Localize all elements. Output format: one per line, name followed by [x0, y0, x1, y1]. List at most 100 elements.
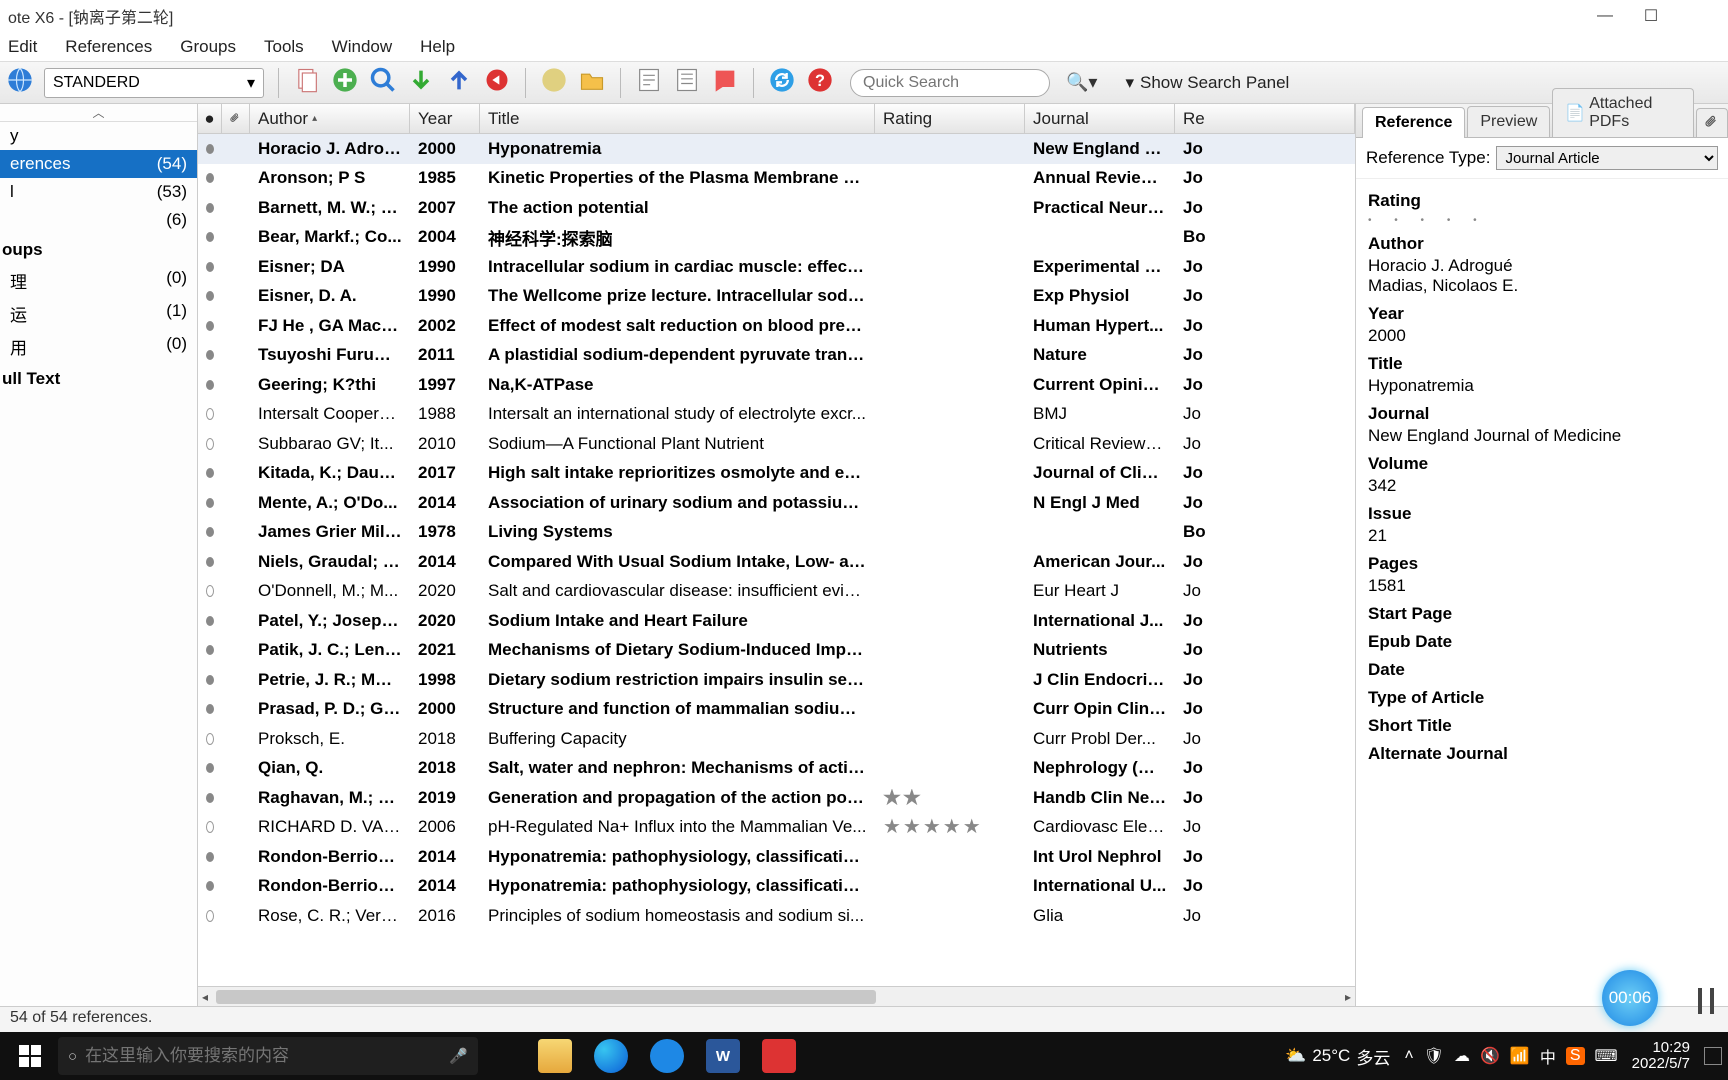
field-value[interactable]: Hyponatremia: [1368, 376, 1716, 396]
column-title[interactable]: Title: [480, 104, 875, 133]
tray-volume-icon[interactable]: 🔇: [1480, 1046, 1500, 1066]
find-fulltext-icon[interactable]: [483, 66, 511, 99]
table-row[interactable]: Rondon-Berrios,...2014Hyponatremia: path…: [198, 872, 1355, 902]
menu-groups[interactable]: Groups: [180, 37, 236, 57]
app-file-explorer[interactable]: [538, 1039, 572, 1073]
field-value[interactable]: Horacio J. Adrogué Madias, Nicolaos E.: [1368, 256, 1716, 296]
menu-edit[interactable]: Edit: [8, 37, 37, 57]
help-icon[interactable]: ?: [806, 66, 834, 99]
column-reftype[interactable]: Re: [1175, 104, 1355, 133]
table-row[interactable]: Bear, Markf.; Co...2004神经科学:探索脑Bo: [198, 223, 1355, 253]
sidebar-all-references[interactable]: erences (54): [0, 150, 197, 178]
horizontal-scrollbar[interactable]: ◂ ▸: [198, 986, 1355, 1006]
table-row[interactable]: Niels, Graudal; J...2014Compared With Us…: [198, 547, 1355, 577]
online-search-icon[interactable]: [369, 66, 397, 99]
reference-type-select[interactable]: Journal Article: [1496, 146, 1718, 170]
sync-icon[interactable]: [768, 66, 796, 99]
tray-ime-icon[interactable]: 中: [1540, 1044, 1556, 1068]
recording-pause-icon[interactable]: [1698, 988, 1714, 1014]
field-value[interactable]: 21: [1368, 526, 1716, 546]
menu-references[interactable]: References: [65, 37, 152, 57]
table-row[interactable]: O'Donnell, M.; M...2020Salt and cardiova…: [198, 577, 1355, 607]
column-year[interactable]: Year: [410, 104, 480, 133]
table-row[interactable]: Geering; K?thi1997Na,K-ATPaseCurrent Opi…: [198, 370, 1355, 400]
open-link-icon[interactable]: [540, 66, 568, 99]
app-endnote[interactable]: [762, 1039, 796, 1073]
tray-wifi-icon[interactable]: 📶: [1510, 1046, 1530, 1066]
tray-keyboard-icon[interactable]: ⌨: [1595, 1046, 1618, 1066]
maximize-button[interactable]: ☐: [1628, 6, 1674, 26]
tab-reference[interactable]: Reference: [1362, 107, 1465, 138]
table-row[interactable]: Patik, J. C.; Lenn...2021Mechanisms of D…: [198, 636, 1355, 666]
field-value[interactable]: 342: [1368, 476, 1716, 496]
copy-icon[interactable]: [293, 66, 321, 99]
field-value[interactable]: 2000: [1368, 326, 1716, 346]
table-row[interactable]: Tsuyoshi Furumo...2011A plastidial sodiu…: [198, 341, 1355, 371]
new-reference-icon[interactable]: [331, 66, 359, 99]
taskbar-search-input[interactable]: [85, 1046, 441, 1066]
format-bibliography-icon[interactable]: [673, 66, 701, 99]
sidebar-item[interactable]: l (53): [0, 178, 197, 206]
taskbar-clock[interactable]: 10:29 2022/5/7: [1632, 1040, 1690, 1073]
sidebar-library-header[interactable]: y: [0, 122, 197, 150]
style-selector[interactable]: STANDERD ▾: [44, 68, 264, 98]
import-icon[interactable]: [407, 66, 435, 99]
show-search-panel[interactable]: ▾ Show Search Panel: [1125, 73, 1289, 93]
table-row[interactable]: James Grier Miller1978Living SystemsBo: [198, 518, 1355, 548]
sidebar-fulltext-header[interactable]: ull Text: [0, 363, 197, 393]
recording-timer[interactable]: 00:06: [1602, 970, 1658, 1026]
taskbar-search[interactable]: ○ 🎤: [58, 1037, 478, 1075]
column-author[interactable]: Author▴: [250, 104, 410, 133]
quick-search-input[interactable]: [863, 74, 1037, 92]
scroll-left-icon[interactable]: ◂: [202, 990, 208, 1004]
table-row[interactable]: Eisner, D. A.1990The Wellcome prize lect…: [198, 282, 1355, 312]
column-journal[interactable]: Journal: [1025, 104, 1175, 133]
table-row[interactable]: Intersalt Coopera...1988Intersalt an int…: [198, 400, 1355, 430]
table-row[interactable]: Qian, Q.2018Salt, water and nephron: Mec…: [198, 754, 1355, 784]
table-row[interactable]: Mente, A.; O'Do...2014Association of uri…: [198, 488, 1355, 518]
table-row[interactable]: Prasad, P. D.; Gan...2000Structure and f…: [198, 695, 1355, 725]
table-row[interactable]: Rose, C. R.; Verkh...2016Principles of s…: [198, 901, 1355, 931]
sidebar-item[interactable]: (6): [0, 206, 197, 234]
tab-attached-pdfs[interactable]: 📄 Attached PDFs: [1552, 88, 1694, 137]
start-button[interactable]: [6, 1032, 54, 1080]
field-value[interactable]: 1581: [1368, 576, 1716, 596]
field-value[interactable]: New England Journal of Medicine: [1368, 426, 1716, 446]
notifications-icon[interactable]: [1704, 1047, 1722, 1065]
scroll-right-icon[interactable]: ▸: [1345, 990, 1351, 1004]
menu-help[interactable]: Help: [420, 37, 455, 57]
tab-attach[interactable]: [1696, 108, 1728, 137]
table-row[interactable]: RICHARD D. VAU...2006pH-Regulated Na+ In…: [198, 813, 1355, 843]
taskbar-weather[interactable]: ⛅ 25°C 多云: [1285, 1044, 1390, 1069]
cwyw-icon[interactable]: [711, 66, 739, 99]
app-edge[interactable]: [594, 1039, 628, 1073]
table-row[interactable]: Proksch, E.2018Buffering CapacityCurr Pr…: [198, 724, 1355, 754]
collapse-handle[interactable]: ︿: [0, 104, 197, 122]
tray-shield-icon[interactable]: 🛡: [1424, 1046, 1444, 1066]
menu-tools[interactable]: Tools: [264, 37, 304, 57]
tab-preview[interactable]: Preview: [1467, 106, 1550, 137]
sidebar-group[interactable]: 运 (1): [0, 297, 197, 330]
export-icon[interactable]: [445, 66, 473, 99]
scrollbar-thumb[interactable]: [216, 990, 876, 1004]
open-file-icon[interactable]: [578, 66, 606, 99]
column-rating[interactable]: Rating: [875, 104, 1025, 133]
column-read-status[interactable]: ●: [198, 104, 222, 133]
table-row[interactable]: Patel, Y.; Joseph, J.2020Sodium Intake a…: [198, 606, 1355, 636]
table-row[interactable]: Barnett, M. W.; L...2007The action poten…: [198, 193, 1355, 223]
table-row[interactable]: Raghavan, M.; Fe...2019Generation and pr…: [198, 783, 1355, 813]
table-row[interactable]: Rondon-Berrios,...2014Hyponatremia: path…: [198, 842, 1355, 872]
table-row[interactable]: Kitada, K.; Daub, ...2017High salt intak…: [198, 459, 1355, 489]
search-dropdown-icon[interactable]: 🔍▾: [1066, 72, 1097, 93]
minimize-button[interactable]: —: [1582, 7, 1628, 25]
insert-citation-icon[interactable]: [635, 66, 663, 99]
table-row[interactable]: Aronson; P S1985Kinetic Properties of th…: [198, 164, 1355, 194]
table-row[interactable]: Subbarao GV; It...2010Sodium—A Functiona…: [198, 429, 1355, 459]
table-row[interactable]: FJ He , GA MacG...2002Effect of modest s…: [198, 311, 1355, 341]
quick-search[interactable]: [850, 69, 1050, 97]
sidebar-group[interactable]: 用 (0): [0, 330, 197, 363]
table-row[interactable]: Petrie, J. R.; Mor...1998Dietary sodium …: [198, 665, 1355, 695]
menu-window[interactable]: Window: [332, 37, 392, 57]
tray-onedrive-icon[interactable]: ☁: [1454, 1046, 1470, 1066]
table-row[interactable]: Eisner; DA1990Intracellular sodium in ca…: [198, 252, 1355, 282]
